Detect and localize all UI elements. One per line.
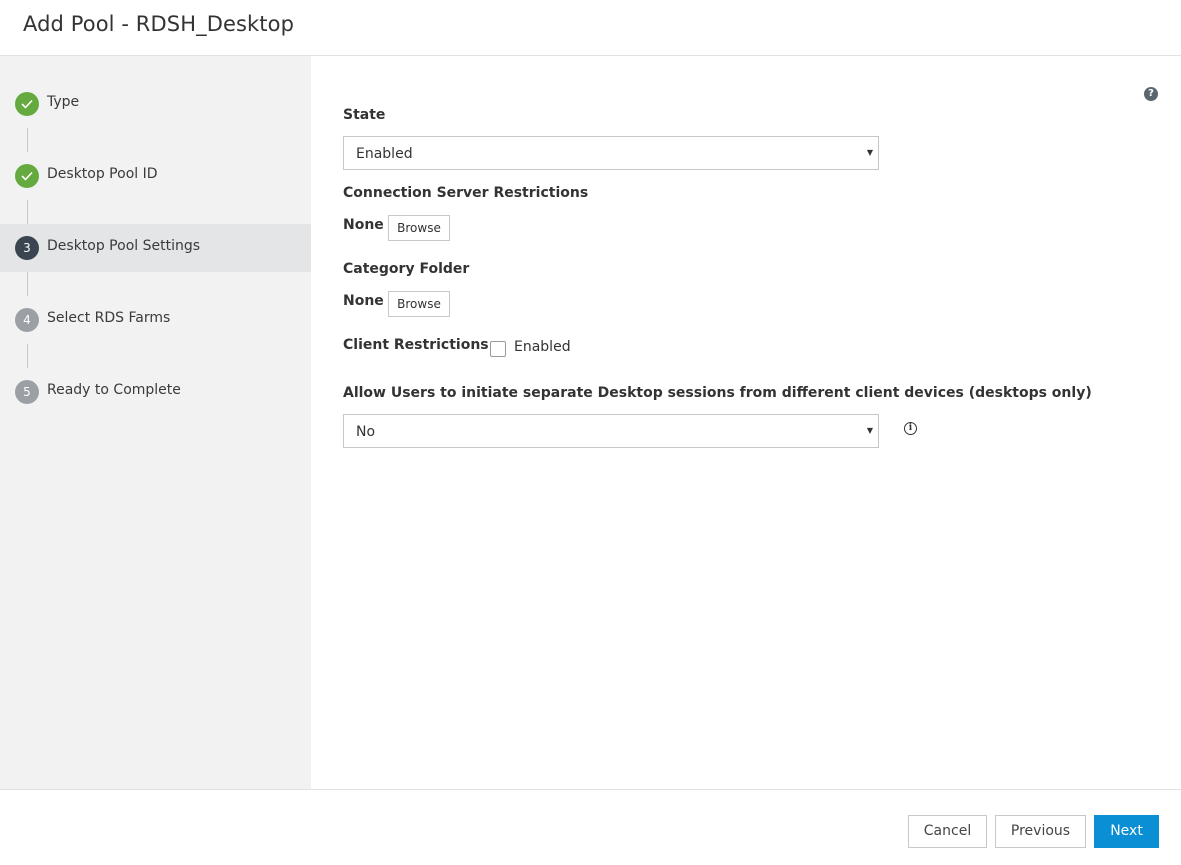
step-label: Type	[47, 94, 80, 110]
wizard-steps: Type Desktop Pool ID 3 Desktop Pool Sett…	[0, 56, 311, 789]
check-icon	[15, 92, 39, 116]
step-type[interactable]: Type	[0, 80, 311, 128]
step-desktop-pool-id[interactable]: Desktop Pool ID	[0, 152, 311, 200]
next-button[interactable]: Next	[1094, 815, 1159, 848]
step-number-badge: 3	[15, 236, 39, 260]
step-label: Ready to Complete	[47, 382, 181, 398]
step-select-rds-farms[interactable]: 4 Select RDS Farms	[0, 296, 311, 344]
dialog-title: Add Pool - RDSH_Desktop	[23, 12, 294, 36]
step-label: Desktop Pool ID	[47, 166, 158, 182]
category-folder-value: None	[343, 293, 384, 309]
state-select[interactable]: Enabled ▼	[343, 136, 879, 170]
category-folder-browse-button[interactable]: Browse	[388, 291, 450, 317]
previous-button[interactable]: Previous	[995, 815, 1086, 848]
separate-sessions-value: No	[356, 424, 376, 440]
step-connector	[27, 344, 28, 368]
chevron-down-icon: ▼	[866, 148, 873, 157]
dialog-header: Add Pool - RDSH_Desktop	[0, 0, 1181, 56]
step-desktop-pool-settings[interactable]: 3 Desktop Pool Settings	[0, 224, 311, 272]
step-number-badge: 5	[15, 380, 39, 404]
check-icon	[15, 164, 39, 188]
category-folder-label: Category Folder	[343, 261, 470, 277]
chevron-down-icon: ▼	[866, 426, 873, 435]
step-connector	[27, 128, 28, 152]
step-label: Desktop Pool Settings	[47, 238, 201, 254]
step-connector	[27, 272, 28, 296]
state-label: State	[343, 107, 386, 123]
connection-server-value: None	[343, 217, 384, 233]
step-label: Select RDS Farms	[47, 310, 171, 326]
connection-server-browse-button[interactable]: Browse	[388, 215, 450, 241]
connection-server-label: Connection Server Restrictions	[343, 185, 589, 201]
client-restrictions-checkbox[interactable]	[490, 341, 506, 357]
settings-panel: ? State Enabled ▼ Connection Server Rest…	[311, 56, 1181, 789]
client-restrictions-checkbox-label[interactable]: Enabled	[514, 339, 571, 355]
cancel-button[interactable]: Cancel	[908, 815, 987, 848]
separate-sessions-select[interactable]: No ▼	[343, 414, 879, 448]
help-icon[interactable]: ?	[1144, 87, 1158, 101]
client-restrictions-label: Client Restrictions	[343, 337, 489, 353]
info-icon[interactable]: i	[904, 422, 917, 435]
dialog-footer: Cancel Previous Next	[0, 789, 1181, 865]
step-connector	[27, 200, 28, 224]
step-ready-to-complete[interactable]: 5 Ready to Complete	[0, 368, 311, 416]
state-value: Enabled	[356, 146, 413, 162]
step-number-badge: 4	[15, 308, 39, 332]
separate-sessions-label: Allow Users to initiate separate Desktop…	[343, 385, 1092, 401]
